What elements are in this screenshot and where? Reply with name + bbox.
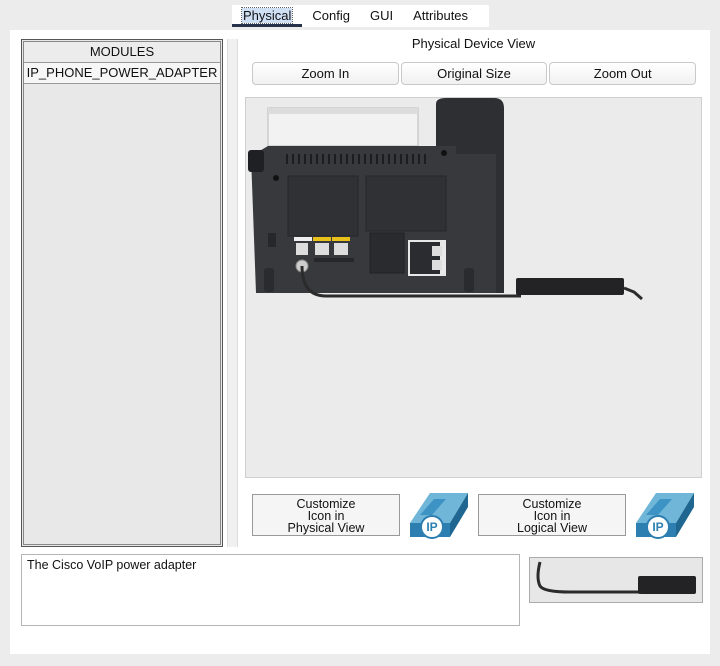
zoom-out-button[interactable]: Zoom Out xyxy=(549,62,697,85)
modules-list: MODULES IP_PHONE_POWER_ADAPTER xyxy=(21,39,223,547)
tab-bar: Physical Config GUI Attributes xyxy=(232,5,489,27)
ip-phone-physical-icon-graphic: IP xyxy=(410,493,468,539)
tab-attributes[interactable]: Attributes xyxy=(403,5,478,27)
module-description: The Cisco VoIP power adapter xyxy=(21,554,520,626)
modules-header: MODULES xyxy=(24,42,220,63)
customize-physical-line-3: Physical View xyxy=(287,521,365,535)
device-viewport[interactable] xyxy=(245,97,702,478)
module-item-ip-phone-power-adapter[interactable]: IP_PHONE_POWER_ADAPTER xyxy=(24,63,220,84)
power-adapter-thumbnail xyxy=(529,557,703,603)
zoom-toolbar: Zoom In Original Size Zoom Out xyxy=(252,62,697,85)
ip-phone-icon: IP xyxy=(632,489,696,541)
ip-label: IP xyxy=(426,520,437,534)
power-adapter-thumbnail-graphic xyxy=(536,561,696,594)
split-pane-divider[interactable] xyxy=(227,39,238,547)
tab-config[interactable]: Config xyxy=(302,5,360,27)
tab-physical[interactable]: Physical xyxy=(232,5,303,27)
customize-logical-icon-button[interactable]: Customize Icon in Logical View xyxy=(478,494,626,536)
tab-gui[interactable]: GUI xyxy=(360,5,403,27)
zoom-in-button[interactable]: Zoom In xyxy=(252,62,399,85)
tab-config-label: Config xyxy=(312,8,350,23)
ip-phone-icon: IP xyxy=(406,489,470,541)
customize-physical-icon-button[interactable]: Customize Icon in Physical View xyxy=(252,494,400,536)
physical-panel: MODULES IP_PHONE_POWER_ADAPTER Physical … xyxy=(10,30,710,654)
ip-label: IP xyxy=(652,520,663,534)
ip-phone-rear-image xyxy=(248,98,643,301)
original-size-button[interactable]: Original Size xyxy=(400,62,548,85)
customize-logical-line-3: Logical View xyxy=(517,521,587,535)
ip-phone-logical-icon-graphic: IP xyxy=(636,493,694,539)
tab-gui-label: GUI xyxy=(370,8,394,23)
physical-device-view-title: Physical Device View xyxy=(411,36,536,51)
tab-attributes-label: Attributes xyxy=(413,8,469,23)
tab-physical-label: Physical xyxy=(240,7,294,24)
